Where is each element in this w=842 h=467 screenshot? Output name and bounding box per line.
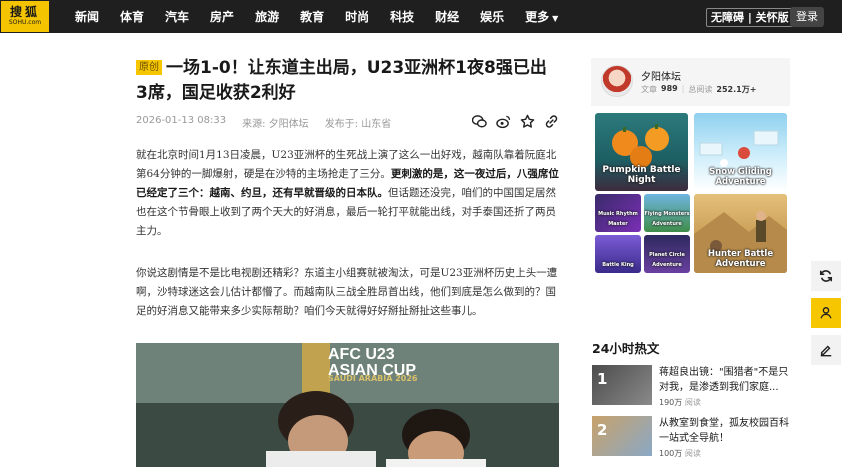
hot-thumbnail[interactable]: 1 <box>592 365 652 405</box>
nav-education[interactable]: 教育 <box>300 8 324 25</box>
refresh-icon <box>819 270 833 282</box>
articles-label: 文章 <box>641 85 657 94</box>
game-title: Planet Circle Adventure <box>649 252 685 268</box>
game-card-hunter[interactable]: Hunter Battle Adventure <box>694 194 787 273</box>
accessibility-button[interactable]: 无障碍 | 关怀版 <box>706 8 794 27</box>
author-name[interactable]: 夕阳体坛 <box>641 68 681 83</box>
hot-item[interactable]: 2 从教室到食堂，孤友校园百科一站式全导航！ 100万 阅读 <box>592 416 792 460</box>
feedback-button[interactable] <box>811 298 841 328</box>
view-count: 190万 <box>659 398 683 407</box>
login-button[interactable]: 登录 <box>790 7 824 27</box>
avatar[interactable] <box>601 65 633 97</box>
share-bar <box>471 114 559 129</box>
articles-count: 989 <box>661 84 678 93</box>
reads-label: 总阅读 <box>688 85 713 94</box>
link-icon[interactable] <box>544 114 559 129</box>
hot-section-title: 24小时热文 <box>592 341 660 356</box>
hot-headline[interactable]: 蒋超良出镜："围猎者"不是只对我，是渗透到我们家庭... <box>659 365 791 395</box>
article-photo[interactable]: AFC U23 ASIAN CUP SAUDI ARABIA 2026 <box>136 343 559 467</box>
game-title: Battle King <box>602 262 634 268</box>
logo-text: 搜狐 <box>9 5 40 19</box>
game-title: Music Rhythm Master <box>598 211 638 227</box>
author-card[interactable]: 夕阳体坛 文章 989 | 总阅读 252.1万+ <box>591 58 790 106</box>
game-card-flying[interactable]: Flying Monsters Adventure <box>644 194 690 232</box>
hot-item[interactable]: 1 蒋超良出镜："围猎者"不是只对我，是渗透到我们家庭... 190万 阅读 <box>592 365 792 409</box>
article-paragraph-1: 就在北京时间1月13日凌晨，U23亚洲杯的生死战上演了这么一出好戏，越南队靠着阮… <box>136 146 560 241</box>
view-label: 阅读 <box>684 398 701 407</box>
game-card-planet[interactable]: Planet Circle Adventure <box>644 235 690 273</box>
refresh-button[interactable] <box>811 261 841 291</box>
game-card-pumpkin[interactable]: Pumpkin Battle Night <box>595 113 688 191</box>
game-card-battle-king[interactable]: Battle King <box>595 235 641 273</box>
weibo-icon[interactable] <box>496 114 511 129</box>
hot-views: 100万 阅读 <box>659 448 701 459</box>
star-icon[interactable] <box>520 114 535 129</box>
feedback-icon <box>820 307 832 319</box>
hot-rank: 1 <box>597 370 608 388</box>
hot-rank: 2 <box>597 421 608 439</box>
sohu-logo[interactable]: 搜狐 SOHU.com <box>1 1 49 32</box>
article-title: 原创 一场1-0！让东道主出局，U23亚洲杯1夜8强已出3席，国足收获2利好 <box>136 56 556 106</box>
nav-sports[interactable]: 体育 <box>120 8 144 25</box>
chevron-down-icon: ▼ <box>552 14 559 23</box>
game-card-music[interactable]: Music Rhythm Master <box>595 194 641 232</box>
wechat-icon[interactable] <box>471 114 487 129</box>
reads-count: 252.1万+ <box>716 85 757 94</box>
caption-line: AFC U23 <box>328 346 395 363</box>
nav-entertainment[interactable]: 娱乐 <box>480 8 504 25</box>
article-paragraph-2: 你说这剧情是不是比电视剧还精彩？东道主小组赛就被淘汰，可是U23亚洲杯历史上头一… <box>136 267 558 317</box>
view-label: 阅读 <box>684 449 701 458</box>
nav-realestate[interactable]: 房产 <box>210 8 234 25</box>
logo-subtext: SOHU.com <box>8 19 42 26</box>
article-source[interactable]: 来源: 夕阳体坛 <box>242 115 309 130</box>
game-title: Pumpkin Battle Night <box>602 165 681 185</box>
game-title: Snow Gliding Adventure <box>709 167 772 187</box>
top-nav-bar: 搜狐 SOHU.com 新闻 体育 汽车 房产 旅游 教育 时尚 科技 财经 娱… <box>0 0 842 33</box>
game-title: Flying Monsters Adventure <box>644 211 690 227</box>
author-stats: 文章 989 | 总阅读 252.1万+ <box>641 84 756 95</box>
photo-caption-host: SAUDI ARABIA 2026 <box>328 374 418 383</box>
hot-thumbnail[interactable]: 2 <box>592 416 652 456</box>
nav-news[interactable]: 新闻 <box>75 8 99 25</box>
hot-views: 190万 阅读 <box>659 397 701 408</box>
main-nav: 新闻 体育 汽车 房产 旅游 教育 时尚 科技 财经 娱乐 更多 ▼ <box>75 0 579 33</box>
divider: | <box>681 84 685 93</box>
publish-location: 发布于: 山东省 <box>324 119 392 130</box>
article-title-text: 一场1-0！让东道主出局，U23亚洲杯1夜8强已出3席，国足收获2利好 <box>136 58 547 103</box>
nav-more[interactable]: 更多 ▼ <box>525 8 558 25</box>
game-card-snow[interactable]: Snow Gliding Adventure <box>694 113 787 191</box>
original-badge: 原创 <box>136 60 162 75</box>
view-count: 100万 <box>659 449 683 458</box>
nav-tech[interactable]: 科技 <box>390 8 414 25</box>
edit-button[interactable] <box>811 335 841 365</box>
nav-auto[interactable]: 汽车 <box>165 8 189 25</box>
article-meta: 2026-01-13 08:33 来源: 夕阳体坛 发布于: 山东省 <box>136 115 391 130</box>
nav-finance[interactable]: 财经 <box>435 8 459 25</box>
publish-date: 2026-01-13 08:33 <box>136 115 227 126</box>
nav-travel[interactable]: 旅游 <box>255 8 279 25</box>
nav-fashion[interactable]: 时尚 <box>345 8 369 25</box>
hot-headline[interactable]: 从教室到食堂，孤友校园百科一站式全导航！ <box>659 416 791 446</box>
nav-more-label: 更多 <box>525 10 550 24</box>
game-title: Hunter Battle Adventure <box>707 249 774 269</box>
edit-icon <box>820 345 832 357</box>
